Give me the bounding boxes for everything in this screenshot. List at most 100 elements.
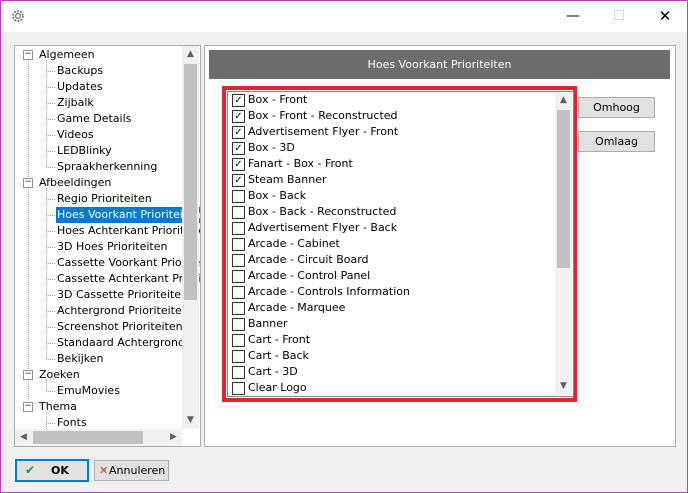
cancel-button[interactable]: ✕ Annuleren [94,460,169,481]
list-item[interactable]: ✓ Fanart - Box - Front [228,156,548,172]
list-item[interactable]: Box - Back - Reconstructed [228,204,548,220]
minimize-button[interactable]: — [550,1,596,32]
tree-item[interactable]: LEDBlinky [15,143,182,159]
checkbox-unchecked[interactable] [232,334,245,347]
tree-item[interactable]: Zijbalk [15,95,182,111]
tree-horizontal-scrollbar[interactable]: ◀ ▶ [15,429,182,446]
list-item[interactable]: Advertisement Flyer - Back [228,220,548,236]
list-item[interactable]: ✓ Steam Banner [228,172,548,188]
checkbox-checked[interactable]: ✓ [232,126,245,139]
ok-button[interactable]: ✔ OK [15,459,89,482]
tree-item[interactable]: Standaard Achtergrond [15,335,185,351]
tree-item[interactable]: Updates [15,79,182,95]
list-item[interactable]: Arcade - Circuit Board [228,252,548,268]
list-item[interactable]: Arcade - Control Panel [228,268,548,284]
tree-group[interactable]: − Afbeeldingen [15,175,182,191]
tree-item[interactable]: Spraakherkenning [15,159,182,175]
tree-vertical-scrollbar[interactable]: ▲ ▼ [182,46,199,429]
tree-item-label: Cassette Achterkant Prioriteiten [57,272,200,285]
tree-group[interactable]: − Zoeken [15,367,182,383]
tree-item-label: Standaard Achtergrond [57,336,185,349]
list-item[interactable]: Cart - Back [228,348,548,364]
list-scroll-down-arrow-icon[interactable]: ▼ [555,378,572,395]
tree-connector [46,199,55,200]
list-item[interactable]: Arcade - Cabinet [228,236,548,252]
tree-item[interactable]: Bekijken [15,351,182,367]
checkbox-unchecked[interactable] [232,238,245,251]
list-item[interactable]: Cart - 3D [228,364,548,380]
tree-hscroll-thumb[interactable] [33,431,143,444]
tree-item[interactable]: Backups [15,63,182,79]
checkbox-checked[interactable]: ✓ [232,94,245,107]
tree-item-label: Videos [57,128,94,141]
list-item-label: Banner [248,317,288,330]
tree-item[interactable]: Achtergrond Prioriteiten [15,303,189,319]
tree-group[interactable]: − Algemeen [15,47,182,63]
collapse-icon[interactable]: − [23,370,33,380]
collapse-icon[interactable]: − [23,178,33,188]
checkbox-checked[interactable]: ✓ [232,110,245,123]
list-item[interactable]: Arcade - Marquee [228,300,548,316]
move-up-button[interactable]: Omhoog [578,97,655,118]
checkbox-unchecked[interactable] [232,366,245,379]
list-item[interactable]: Banner [228,316,548,332]
checkbox-unchecked[interactable] [232,206,245,219]
move-down-button[interactable]: Omlaag [578,131,655,152]
tree-item[interactable]: Regio Prioriteiten [15,191,182,207]
checkbox-unchecked[interactable] [232,286,245,299]
tree-item-label: Screenshot Prioriteiten [57,320,183,333]
list-item[interactable]: Clear Logo [228,380,548,396]
checkbox-unchecked[interactable] [232,270,245,283]
scroll-up-arrow-icon[interactable]: ▲ [182,46,199,63]
tree-item[interactable]: 3D Cassette Prioriteiten [15,287,188,303]
checkbox-unchecked[interactable] [232,350,245,363]
tree-item[interactable]: Cassette Voorkant Prioriteiten [15,255,200,271]
tree-connector [46,359,55,360]
panel-title: Hoes Voorkant Prioriteiten [209,50,670,79]
tree-item[interactable]: Screenshot Prioriteiten [15,319,183,335]
list-scroll-up-arrow-icon[interactable]: ▲ [555,92,572,109]
scroll-down-arrow-icon[interactable]: ▼ [182,412,199,429]
priority-checklist[interactable]: ✓ Box - Front ✓ Box - Front - Reconstructed… [227,91,574,397]
list-item[interactable]: ✓ Advertisement Flyer - Front [228,124,548,140]
collapse-icon[interactable]: − [23,402,33,412]
list-item[interactable]: ✓ Box - Front - Reconstructed [228,108,548,124]
tree-item[interactable]: EmuMovies [15,383,182,399]
tree-item-label: Zijbalk [57,96,94,109]
checkbox-checked[interactable]: ✓ [232,174,245,187]
checkbox-checked[interactable]: ✓ [232,158,245,171]
list-item[interactable]: ✓ Box - Front [228,92,548,108]
tree-connector [46,247,55,248]
list-item[interactable]: Box - Back [228,188,548,204]
list-scroll-thumb[interactable] [557,110,570,268]
tree-item[interactable]: Hoes Voorkant Prioriteiten [15,207,200,223]
tree-item[interactable]: Hoes Achterkant Prioriteiten [15,223,200,239]
tree-group[interactable]: − Thema [15,399,182,415]
list-item-label: Arcade - Cabinet [248,237,340,250]
tree-connector [46,87,55,88]
tree-connector [46,231,55,232]
list-item[interactable]: Cart - Front [228,332,548,348]
checkbox-unchecked[interactable] [232,254,245,267]
checkbox-unchecked[interactable] [232,222,245,235]
scroll-right-arrow-icon[interactable]: ▶ [165,429,182,446]
checkbox-checked[interactable]: ✓ [232,142,245,155]
maximize-button[interactable]: ☐ [596,1,642,32]
tree-connector [46,391,55,392]
tree-scroll-thumb[interactable] [184,64,197,300]
tree-item[interactable]: 3D Hoes Prioriteiten [15,239,182,255]
scroll-left-arrow-icon[interactable]: ◀ [15,429,32,446]
checkbox-unchecked[interactable] [232,318,245,331]
tree-item[interactable]: Cassette Achterkant Prioriteiten [15,271,200,287]
tree-item[interactable]: Videos [15,127,182,143]
list-item-label: Advertisement Flyer - Front [248,125,399,138]
close-button[interactable]: ✕ [642,1,688,32]
collapse-icon[interactable]: − [23,50,33,60]
list-item[interactable]: Arcade - Controls Information [228,284,548,300]
list-item[interactable]: ✓ Box - 3D [228,140,548,156]
checkbox-unchecked[interactable] [232,190,245,203]
checkbox-unchecked[interactable] [232,302,245,315]
tree-item[interactable]: Game Details [15,111,182,127]
checkbox-unchecked[interactable] [232,382,245,395]
list-vertical-scrollbar[interactable]: ▲ ▼ [555,92,572,395]
